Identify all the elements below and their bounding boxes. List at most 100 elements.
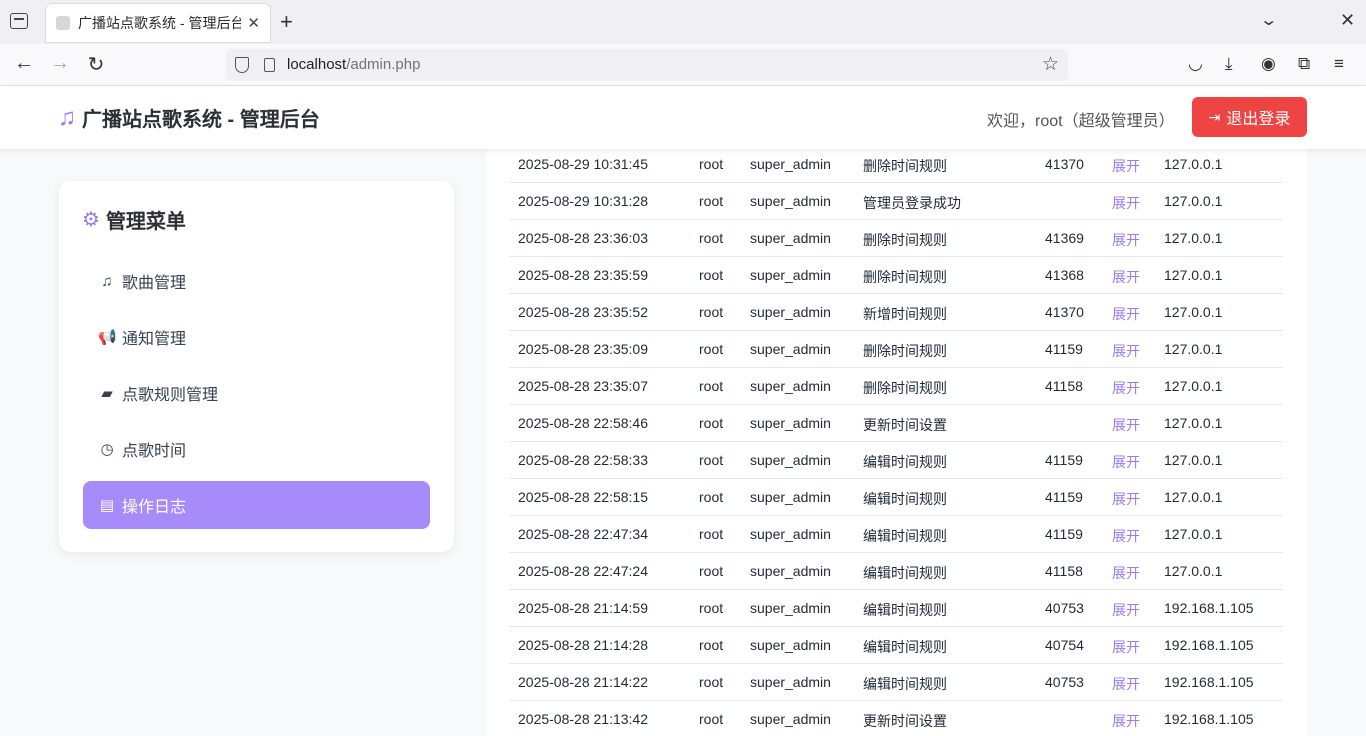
- chevron-down-icon[interactable]: ⌄: [1259, 10, 1278, 30]
- log-target-cell: 41370: [1045, 156, 1084, 172]
- log-role-cell: super_admin: [750, 230, 831, 246]
- log-action-cell: 管理员登录成功: [863, 195, 961, 211]
- extensions-icon[interactable]: ⧉: [1298, 54, 1310, 74]
- expand-link[interactable]: 展开: [1112, 563, 1140, 583]
- log-time-cell: 2025-08-28 22:58:15: [518, 489, 648, 505]
- log-action-cell: 删除时间规则: [863, 343, 947, 359]
- shield-icon[interactable]: [235, 57, 249, 73]
- log-target-cell: 41158: [1045, 563, 1083, 579]
- table-row: 2025-08-28 23:35:07 root super_admin 删除时间规则…: [509, 368, 1283, 405]
- expand-link[interactable]: 展开: [1112, 637, 1140, 657]
- log-target-cell: 41159: [1045, 452, 1083, 468]
- sidebar-item-label: 通知管理: [122, 331, 187, 348]
- sidebar-item[interactable]: ▤ 操作日志: [83, 481, 430, 529]
- log-role-cell: super_admin: [750, 711, 831, 727]
- expand-link[interactable]: 展开: [1112, 526, 1140, 546]
- url-host: localhost: [287, 56, 347, 73]
- account-icon[interactable]: ◉: [1261, 54, 1276, 74]
- log-action-cell: 编辑时间规则: [863, 602, 947, 618]
- sidebar-item[interactable]: 📢 通知管理: [83, 313, 430, 361]
- table-row: 2025-08-28 22:58:33 root super_admin 编辑时间规则…: [509, 442, 1283, 479]
- log-ip-cell: 127.0.0.1: [1164, 230, 1223, 246]
- address-bar[interactable]: localhost/admin.php ☆: [226, 49, 1068, 81]
- window-close-icon[interactable]: ✕: [1340, 10, 1355, 31]
- log-ip-cell: 127.0.0.1: [1164, 452, 1223, 468]
- menu-icon[interactable]: ≡: [1334, 54, 1344, 74]
- log-user-cell: root: [699, 267, 724, 283]
- expand-link[interactable]: 展开: [1112, 674, 1140, 694]
- log-action-cell: 删除时间规则: [863, 232, 947, 248]
- expand-link[interactable]: 展开: [1112, 489, 1140, 509]
- log-role-cell: super_admin: [750, 526, 831, 542]
- sidebar-item[interactable]: ♫ 歌曲管理: [83, 257, 430, 305]
- clock-icon: ◷: [100, 441, 114, 458]
- page-info-icon[interactable]: [264, 58, 275, 72]
- log-action-cell: 删除时间规则: [863, 158, 947, 174]
- log-time-cell: 2025-08-28 23:35:07: [518, 378, 648, 394]
- bookmark-star-icon[interactable]: ☆: [1042, 53, 1059, 76]
- table-row: 2025-08-28 22:47:34 root super_admin 编辑时间规则…: [509, 516, 1283, 553]
- logout-button[interactable]: ⇥ 退出登录: [1192, 97, 1307, 137]
- pocket-icon[interactable]: ◡: [1188, 54, 1203, 74]
- tab-title: 广播站点歌系统 - 管理后台: [78, 15, 242, 31]
- sidebar-item[interactable]: ◷ 点歌时间: [83, 425, 430, 473]
- url-text[interactable]: localhost/admin.php: [287, 56, 420, 73]
- back-arrow-icon[interactable]: ←: [11, 52, 37, 75]
- log-action-cell: 编辑时间规则: [863, 491, 947, 507]
- log-role-cell: super_admin: [750, 378, 831, 394]
- reload-icon[interactable]: ↻: [83, 52, 109, 77]
- log-time-cell: 2025-08-28 22:47:34: [518, 526, 648, 542]
- browser-tab-bar: 广播站点歌系统 - 管理后台 ✕ + ⌄ ✕: [0, 0, 1366, 44]
- forward-arrow-icon[interactable]: →: [47, 52, 73, 75]
- log-role-cell: super_admin: [750, 637, 831, 653]
- sign-out-icon: ⇥: [1208, 108, 1221, 125]
- expand-link[interactable]: 展开: [1112, 304, 1140, 324]
- log-time-cell: 2025-08-28 23:35:09: [518, 341, 648, 357]
- sidebar-item-label: 歌曲管理: [122, 275, 187, 292]
- log-time-cell: 2025-08-28 23:35:52: [518, 304, 648, 320]
- expand-link[interactable]: 展开: [1112, 711, 1140, 731]
- url-path: /admin.php: [346, 56, 421, 73]
- sidebar-item[interactable]: ▰ 点歌规则管理: [83, 369, 430, 417]
- browser-tab[interactable]: 广播站点歌系统 - 管理后台 ✕: [46, 4, 270, 42]
- tab-close-icon[interactable]: ✕: [247, 14, 260, 32]
- table-row: 2025-08-28 23:35:52 root super_admin 新增时间规则…: [509, 294, 1283, 331]
- expand-link[interactable]: 展开: [1112, 267, 1140, 287]
- log-ip-cell: 127.0.0.1: [1164, 267, 1223, 283]
- new-tab-icon[interactable]: +: [280, 9, 293, 35]
- sidebar-item-label: 点歌时间: [122, 443, 187, 460]
- log-user-cell: root: [699, 526, 724, 542]
- log-ip-cell: 192.168.1.105: [1164, 674, 1254, 690]
- log-time-cell: 2025-08-28 21:14:59: [518, 600, 648, 616]
- log-action-cell: 编辑时间规则: [863, 639, 947, 655]
- table-row: 2025-08-29 10:31:45 root super_admin 删除时间规则…: [509, 146, 1283, 183]
- operation-log-table: 2025-08-29 10:31:45 root super_admin 删除时间规则…: [486, 140, 1307, 736]
- expand-link[interactable]: 展开: [1112, 193, 1140, 213]
- log-time-cell: 2025-08-29 10:31:28: [518, 193, 648, 209]
- log-role-cell: super_admin: [750, 304, 831, 320]
- expand-link[interactable]: 展开: [1112, 415, 1140, 435]
- tab-overview-icon[interactable]: [10, 13, 28, 29]
- log-time-cell: 2025-08-28 22:58:33: [518, 452, 648, 468]
- expand-link[interactable]: 展开: [1112, 341, 1140, 361]
- log-action-cell: 删除时间规则: [863, 380, 947, 396]
- log-action-cell: 编辑时间规则: [863, 528, 947, 544]
- log-user-cell: root: [699, 156, 724, 172]
- browser-nav-bar: ← → ↻ localhost/admin.php ☆ ◡ ⤓ ◉ ⧉ ≡: [0, 44, 1366, 86]
- download-icon[interactable]: ⤓: [1225, 54, 1233, 74]
- expand-link[interactable]: 展开: [1112, 230, 1140, 250]
- table-row: 2025-08-28 21:13:42 root super_admin 更新时间设置…: [509, 701, 1283, 736]
- sidebar-title-text: 管理菜单: [105, 211, 186, 233]
- expand-link[interactable]: 展开: [1112, 378, 1140, 398]
- log-time-cell: 2025-08-28 22:47:24: [518, 563, 648, 579]
- bullhorn-icon: 📢: [98, 329, 117, 346]
- log-target-cell: 40754: [1045, 637, 1084, 653]
- log-action-cell: 编辑时间规则: [863, 565, 947, 581]
- expand-link[interactable]: 展开: [1112, 156, 1140, 176]
- expand-link[interactable]: 展开: [1112, 452, 1140, 472]
- table-row: 2025-08-28 23:35:59 root super_admin 删除时间规则…: [509, 257, 1283, 294]
- log-ip-cell: 127.0.0.1: [1164, 526, 1223, 542]
- log-ip-cell: 127.0.0.1: [1164, 563, 1223, 579]
- expand-link[interactable]: 展开: [1112, 600, 1140, 620]
- app-header: ♫ 广播站点歌系统 - 管理后台 欢迎，root（超级管理员） ⇥ 退出登录: [0, 86, 1366, 149]
